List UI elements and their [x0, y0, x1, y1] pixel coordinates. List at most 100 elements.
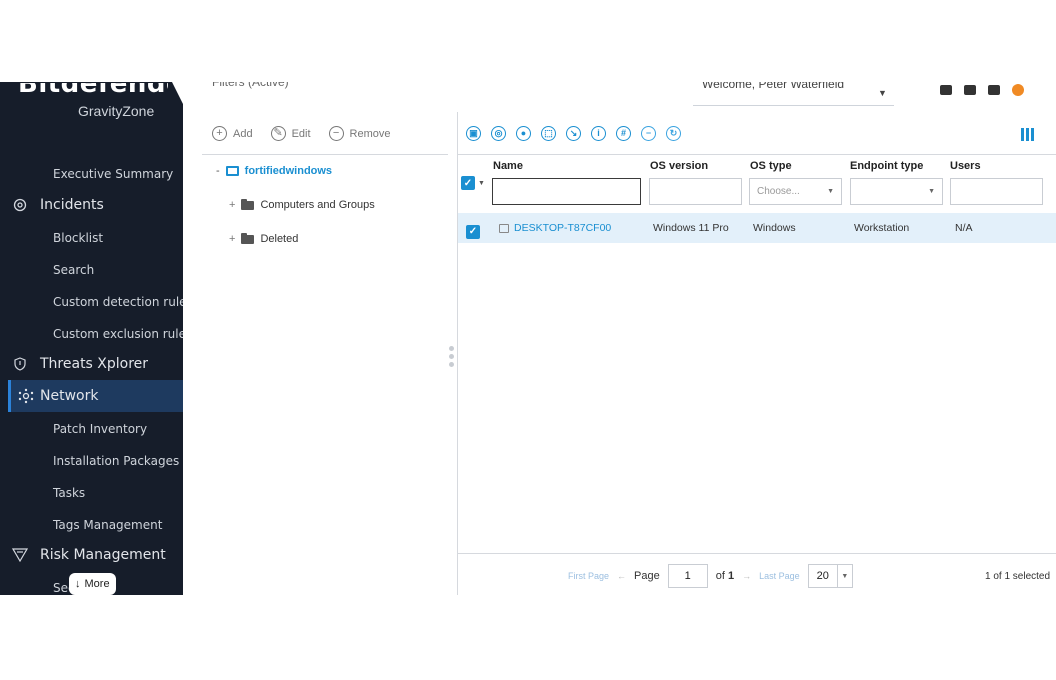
arrow-right-icon[interactable]: →: [742, 571, 751, 581]
users-filter-input[interactable]: [950, 178, 1043, 205]
sidebar-item-patch-inventory[interactable]: Patch Inventory: [53, 422, 147, 436]
chevron-down-icon: ▼: [827, 188, 834, 195]
column-header-os-type[interactable]: OS type: [750, 160, 792, 172]
endpoints-grid-panel: ▣ ◎ ● ⬚ ↘ i # − ↻ Name OS version OS typ…: [458, 82, 1056, 595]
sidebar-item-executive-summary[interactable]: Executive Summary: [53, 167, 173, 181]
expand-icon[interactable]: +: [229, 199, 235, 211]
endpoint-type-filter-select[interactable]: ▼: [850, 178, 943, 205]
endpoint-name-link[interactable]: DESKTOP-T87CF00: [499, 222, 611, 234]
endpoint-name: DESKTOP-T87CF00: [514, 222, 612, 234]
risk-icon: [0, 548, 40, 562]
sidebar-item-label: Incidents: [40, 197, 104, 213]
cell-endpoint-type: Workstation: [854, 222, 910, 234]
column-header-name[interactable]: Name: [493, 160, 523, 172]
sidebar-item-risk-management[interactable]: Risk Management: [0, 539, 183, 571]
brand-logo: Bitdefender: [18, 83, 168, 99]
check-icon: ✓: [461, 176, 475, 190]
remove-label: Remove: [349, 127, 391, 140]
folder-icon: [241, 232, 255, 244]
column-header-os-version[interactable]: OS version: [650, 160, 708, 172]
tag-icon[interactable]: #: [616, 126, 631, 141]
patch-icon[interactable]: ◎: [491, 126, 506, 141]
arrow-left-icon[interactable]: ←: [617, 571, 626, 581]
sidebar-item-custom-exclusion-rules[interactable]: Custom exclusion rules: [53, 327, 183, 341]
more-button-label: More: [84, 578, 110, 590]
select-all-checkbox[interactable]: ✓ ▼: [461, 176, 485, 190]
sidebar-item-label: Threats Xplorer: [40, 356, 149, 372]
tree-node-root[interactable]: - fortifiedwindows: [216, 165, 332, 177]
page-number-input[interactable]: 1: [667, 564, 708, 588]
remove-button[interactable]: − Remove: [328, 126, 391, 141]
chevron-down-icon: ▼: [928, 188, 935, 195]
chevron-down-icon: ▼: [841, 572, 849, 580]
sidebar-item-label: Risk Management: [40, 547, 166, 563]
page-size-select[interactable]: 20 ▼: [807, 564, 853, 588]
sidebar-item-search[interactable]: Search: [53, 263, 94, 277]
sidebar-item-custom-detection-rules[interactable]: Custom detection rules: [53, 295, 183, 309]
pagination: First Page ← Page 1 of 1 → Last Page 20 …: [568, 564, 853, 588]
cell-os-version: Windows 11 Pro: [653, 222, 729, 234]
info-icon[interactable]: i: [591, 126, 606, 141]
page-label: Page: [634, 570, 660, 582]
grid-action-bar: ▣ ◎ ● ⬚ ↘ i # − ↻: [466, 126, 681, 141]
selection-count: 1 of 1 selected: [985, 571, 1051, 582]
cell-os-type: Windows: [753, 222, 796, 234]
page-of-total: of 1: [715, 570, 735, 582]
os-type-filter-placeholder: Choose...: [757, 186, 800, 197]
refresh-icon[interactable]: ↻: [666, 126, 681, 141]
name-filter-input[interactable]: [492, 178, 641, 205]
folder-icon: [241, 198, 255, 210]
tree-node-computers-and-groups[interactable]: + Computers and Groups: [229, 198, 375, 211]
group-tree-panel: + Add ✎ Edit − Remove - fortifiedwindows…: [202, 82, 448, 595]
row-checkbox[interactable]: ✓: [466, 221, 480, 239]
panel-resize-handle[interactable]: [449, 346, 454, 367]
sidebar-item-threats-xplorer[interactable]: Threats Xplorer: [0, 348, 183, 380]
grid-footer-divider: [458, 553, 1056, 554]
edit-button[interactable]: ✎ Edit: [270, 126, 311, 141]
sidebar-item-network[interactable]: Network: [8, 380, 183, 412]
tree-node-label: fortifiedwindows: [244, 165, 333, 177]
tree-node-deleted[interactable]: + Deleted: [229, 232, 298, 245]
cell-users: N/A: [955, 222, 973, 234]
page-size-value: 20: [809, 565, 838, 587]
tree-toolbar: + Add ✎ Edit − Remove: [212, 126, 391, 141]
assign-icon[interactable]: ⬚: [541, 126, 556, 141]
incidents-icon: [0, 198, 40, 212]
more-button[interactable]: ↓ More: [69, 573, 116, 595]
scan-icon[interactable]: ▣: [466, 126, 481, 141]
column-header-endpoint-type[interactable]: Endpoint type: [850, 160, 923, 172]
shield-icon: [0, 357, 40, 371]
sidebar-item-installation-packages[interactable]: Installation Packages: [53, 454, 179, 468]
company-icon: [225, 166, 239, 176]
minus-icon: −: [328, 126, 344, 141]
edit-label: Edit: [291, 127, 311, 140]
columns-icon[interactable]: [1021, 128, 1034, 141]
os-version-filter-input[interactable]: [649, 178, 742, 205]
chevron-down-icon[interactable]: ▼: [478, 180, 485, 187]
add-label: Add: [233, 127, 253, 140]
computer-icon: [499, 223, 509, 233]
network-icon: [11, 388, 40, 404]
remove-icon[interactable]: −: [641, 126, 656, 141]
pencil-icon: ✎: [270, 126, 286, 141]
sidebar-item-blocklist[interactable]: Blocklist: [53, 231, 103, 245]
policy-icon[interactable]: ●: [516, 126, 531, 141]
sidebar-item-tasks[interactable]: Tasks: [53, 486, 85, 500]
sidebar-item-tags-management[interactable]: Tags Management: [53, 518, 162, 532]
column-header-users[interactable]: Users: [950, 160, 981, 172]
check-icon: ✓: [466, 224, 480, 239]
arrow-down-icon: ↓: [75, 578, 81, 590]
sidebar: Bitdefender GravityZone Executive Summar…: [0, 82, 183, 595]
grid-divider: [458, 154, 1056, 155]
first-page-link[interactable]: First Page: [568, 571, 609, 581]
collapse-icon[interactable]: -: [216, 165, 220, 177]
os-type-filter-select[interactable]: Choose... ▼: [749, 178, 842, 205]
add-button[interactable]: + Add: [212, 126, 253, 141]
expand-icon[interactable]: +: [229, 233, 235, 245]
app-window: Bitdefender GravityZone Executive Summar…: [0, 82, 1056, 595]
last-page-link[interactable]: Last Page: [759, 571, 800, 581]
tree-divider: [202, 154, 448, 155]
select-icon[interactable]: ↘: [566, 126, 581, 141]
sidebar-item-incidents[interactable]: Incidents: [0, 189, 183, 221]
tree-node-label: Computers and Groups: [260, 199, 375, 211]
